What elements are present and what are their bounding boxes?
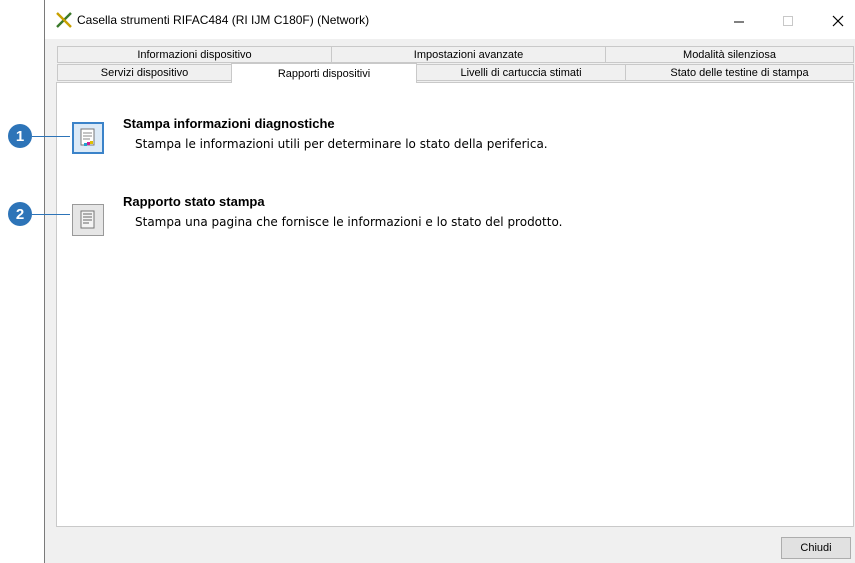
close-window-button[interactable] <box>815 6 855 36</box>
tab-stato-testine[interactable]: Stato delle testine di stampa <box>625 64 854 81</box>
tab-label: Livelli di cartuccia stimati <box>460 66 582 79</box>
tab-label: Informazioni dispositivo <box>137 48 252 61</box>
status-report-title[interactable]: Rapporto stato stampa <box>123 194 265 209</box>
tab-modalita-silenziosa[interactable]: Modalità silenziosa <box>605 46 854 63</box>
tab-impostazioni-avanzate[interactable]: Impostazioni avanzate <box>331 46 606 63</box>
tab-rapporti-dispositivi[interactable]: Rapporti dispositivi <box>231 63 417 83</box>
tab-label: Impostazioni avanzate <box>413 48 524 61</box>
diagnostic-report-icon <box>80 128 95 146</box>
maximize-button[interactable] <box>765 6 811 36</box>
close-button[interactable]: Chiudi <box>781 537 851 559</box>
tab-label: Servizi dispositivo <box>100 66 189 79</box>
callout-line-1 <box>32 136 70 137</box>
tools-icon <box>56 12 72 28</box>
title-bar: Casella strumenti RIFAC484 (RI IJM C180F… <box>45 0 855 39</box>
diagnostic-print-button[interactable] <box>72 122 104 154</box>
diagnostic-print-description: Stampa le informazioni utili per determi… <box>135 137 548 151</box>
minimize-icon <box>734 21 744 23</box>
close-icon <box>832 15 844 27</box>
maximize-icon <box>783 16 793 26</box>
callout-line-2 <box>32 214 70 215</box>
callout-badge-1: 1 <box>8 124 32 148</box>
toolbox-window: Casella strumenti RIFAC484 (RI IJM C180F… <box>44 0 855 563</box>
tab-label: Rapporti dispositivi <box>277 67 371 80</box>
tab-livelli-cartuccia[interactable]: Livelli di cartuccia stimati <box>416 64 626 81</box>
minimize-button[interactable] <box>716 6 762 36</box>
tab-servizi-dispositivo[interactable]: Servizi dispositivo <box>57 64 232 81</box>
status-report-icon <box>80 210 95 229</box>
callout-badge-2: 2 <box>8 202 32 226</box>
tab-label: Stato delle testine di stampa <box>670 66 809 79</box>
close-button-label: Chiudi <box>800 542 832 554</box>
tab-informazioni-dispositivo[interactable]: Informazioni dispositivo <box>57 46 332 63</box>
window-title: Casella strumenti RIFAC484 (RI IJM C180F… <box>77 13 370 27</box>
diagnostic-print-title[interactable]: Stampa informazioni diagnostiche <box>123 116 335 131</box>
status-report-description: Stampa una pagina che fornisce le inform… <box>135 215 563 229</box>
status-report-button[interactable] <box>72 204 104 236</box>
tab-label: Modalità silenziosa <box>683 48 776 61</box>
